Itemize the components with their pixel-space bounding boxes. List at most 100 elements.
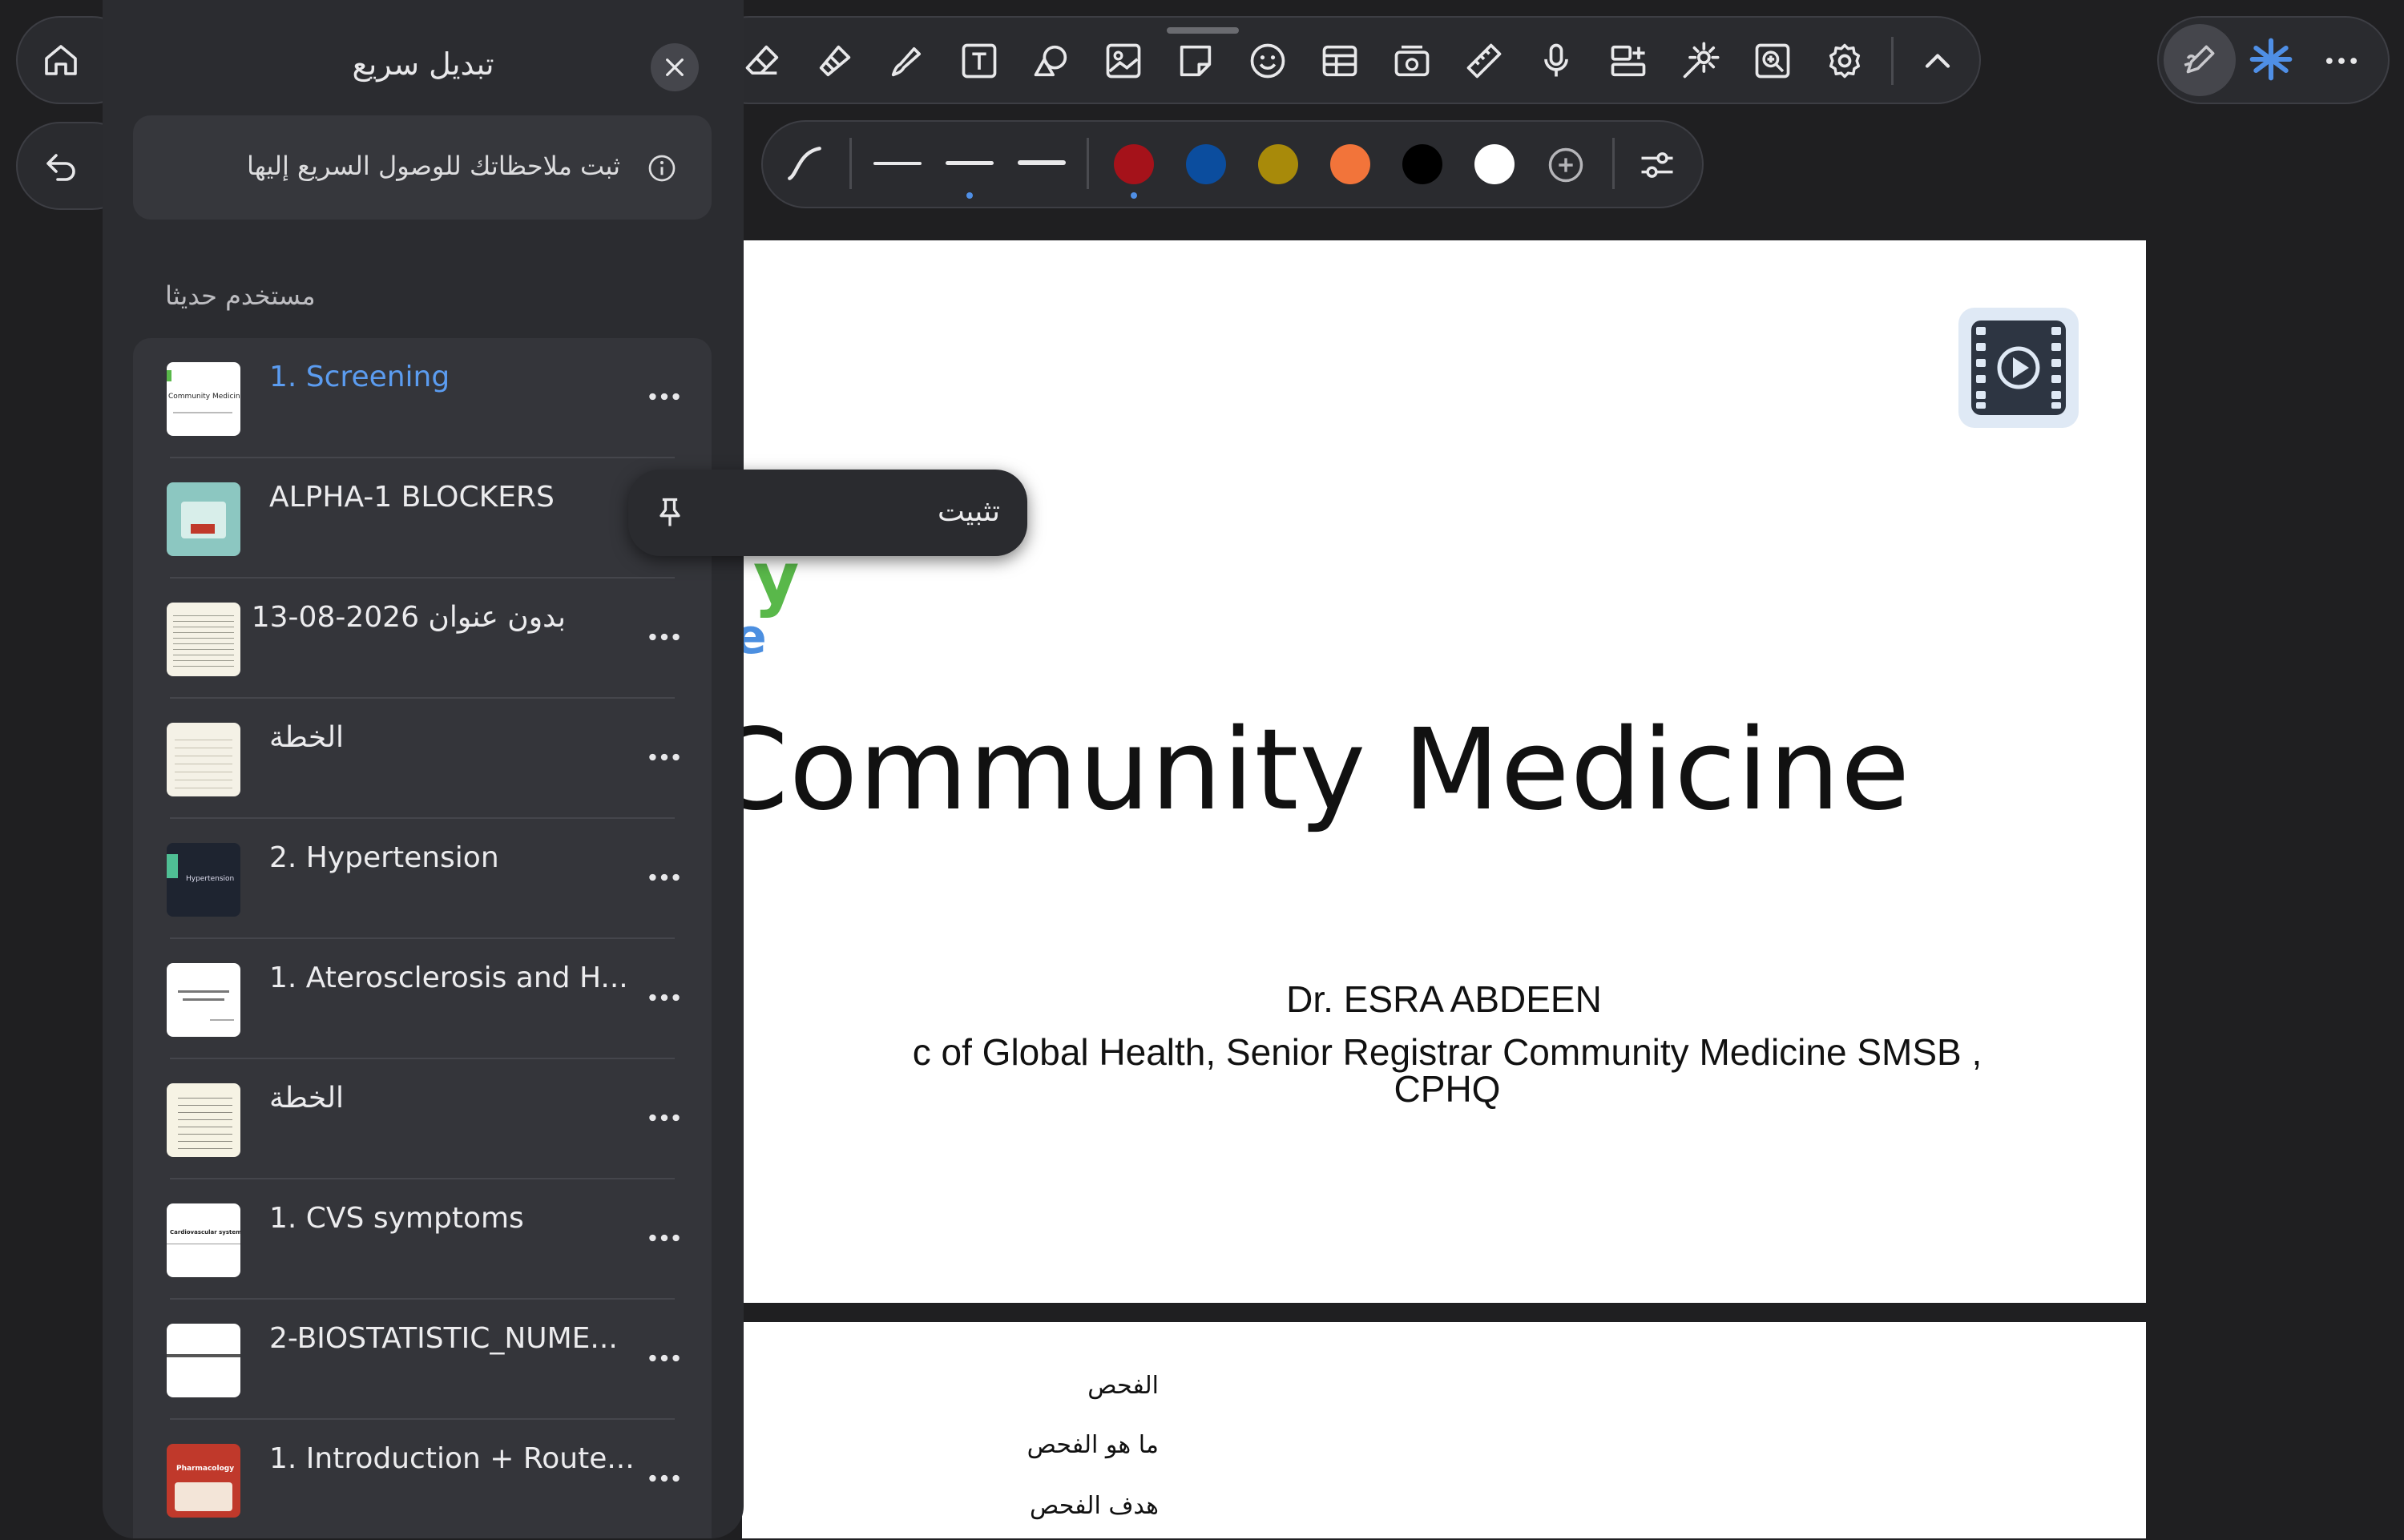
document-subtitle: c of Global Health, Senior Registrar Com… — [742, 1034, 2146, 1107]
color-selected-dot — [1131, 192, 1137, 199]
thumbnail-line — [173, 412, 232, 413]
eraser-icon[interactable] — [742, 40, 784, 82]
color-orange[interactable] — [1330, 144, 1370, 184]
note-title: 2-BIOSTATISTIC_NUME... — [269, 1322, 618, 1355]
video-clip-icon[interactable] — [1958, 308, 2079, 428]
pin-popup-menu[interactable]: تثبيت — [628, 470, 1027, 556]
thickness-medium[interactable] — [946, 161, 994, 165]
more-options-icon[interactable] — [644, 377, 684, 417]
add-color-icon[interactable] — [1545, 144, 1587, 186]
pen-bar-divider-3 — [1612, 138, 1615, 189]
table-icon[interactable] — [1319, 40, 1361, 82]
panel-close-button[interactable] — [651, 43, 699, 91]
more-options-icon[interactable] — [644, 617, 684, 657]
info-icon — [646, 152, 678, 184]
list-item[interactable]: بدون عنوان 2026-08-13 — [133, 579, 712, 699]
pen-bar-divider-1 — [849, 138, 852, 189]
color-blue[interactable] — [1186, 144, 1226, 184]
laser-icon[interactable] — [1680, 40, 1721, 82]
sticky-note-icon[interactable] — [1175, 40, 1216, 82]
list-item[interactable]: Cardiovascular system 1. CVS symptoms — [133, 1179, 712, 1300]
note-title: 1. Aterosclerosis and H... — [269, 961, 628, 994]
curve-pen-icon[interactable] — [782, 141, 827, 186]
more-options-icon[interactable] — [644, 1458, 684, 1498]
note-title: 1. Screening — [269, 361, 450, 393]
thumbnail-accent — [167, 854, 178, 878]
thumbnail-line — [210, 1019, 234, 1021]
pin-info-box: ثبت ملاحظاتك للوصول السريع إليها — [133, 115, 712, 220]
document-page-2[interactable]: الفحص ما هو الفحص هدف الفحص — [742, 1322, 2146, 1538]
list-item[interactable]: الخطة — [133, 699, 712, 819]
add-page-icon[interactable] — [1607, 40, 1649, 82]
document-title: Community Medicine — [742, 705, 1911, 836]
thumbnail-accent — [167, 370, 171, 381]
more-options-icon[interactable] — [644, 1098, 684, 1138]
color-red[interactable] — [1114, 144, 1154, 184]
pen-adjust-icon[interactable] — [1636, 144, 1678, 186]
list-item[interactable]: 1. Aterosclerosis and H... — [133, 939, 712, 1059]
list-item[interactable]: الخطة — [133, 1059, 712, 1179]
thumbnail-line — [167, 1354, 240, 1357]
thumbnail-line — [178, 990, 229, 993]
image-icon[interactable] — [1103, 40, 1144, 82]
document-subtitle-line1: c of Global Health, Senior Registrar Com… — [912, 1031, 1982, 1073]
note-thumbnail — [167, 723, 240, 796]
logo-fragment-e: e — [742, 609, 767, 665]
pen-mode-icon — [2180, 40, 2220, 80]
shapes-icon[interactable] — [1031, 40, 1072, 82]
sticker-icon[interactable] — [1247, 40, 1289, 82]
pen-mode-button[interactable] — [2164, 24, 2236, 96]
more-options-icon[interactable] — [644, 978, 684, 1018]
quick-switch-panel: تبديل سريع ثبت ملاحظاتك للوصول السريع إل… — [103, 0, 744, 1538]
list-item[interactable]: Pharmacology 1. Introduction + Route... — [133, 1420, 712, 1540]
thumbnail-line — [183, 998, 224, 1001]
media-icon[interactable] — [1391, 40, 1433, 82]
collapse-icon[interactable] — [1917, 40, 1958, 82]
more-options-icon[interactable] — [644, 1338, 684, 1378]
thumbnail-title: Hypertension — [186, 875, 235, 883]
color-olive[interactable] — [1258, 144, 1298, 184]
home-icon — [42, 42, 80, 80]
ai-sparkle-icon[interactable] — [2249, 37, 2293, 82]
thumbnail-title: Community Medicine — [168, 393, 240, 401]
highlighter-icon[interactable] — [886, 40, 928, 82]
color-white[interactable] — [1474, 144, 1515, 184]
thickness-thick[interactable] — [1018, 160, 1066, 165]
color-black[interactable] — [1402, 144, 1442, 184]
document-subtitle-line2: CPHQ — [1394, 1068, 1501, 1110]
panel-title: تبديل سريع — [352, 46, 494, 82]
ruler-icon[interactable] — [1463, 40, 1505, 82]
text-icon[interactable] — [958, 40, 1000, 82]
note-title: 2. Hypertension — [269, 841, 499, 874]
thumbnail-title: Cardiovascular system — [170, 1229, 240, 1236]
undo-icon — [42, 147, 80, 186]
list-item[interactable]: ALPHA-1 BLOCKERS — [133, 458, 712, 579]
thumbnail-accent — [191, 524, 215, 534]
more-options-icon[interactable] — [644, 857, 684, 897]
note-thumbnail: Pharmacology — [167, 1444, 240, 1518]
close-icon — [662, 54, 688, 80]
toolbar-drag-handle[interactable] — [1167, 27, 1239, 34]
thumbnail-writing — [178, 1091, 232, 1151]
thickness-selected-dot — [966, 192, 973, 199]
more-options-icon[interactable] — [644, 737, 684, 777]
thickness-thin[interactable] — [873, 162, 922, 165]
thumbnail-writing — [173, 611, 234, 668]
document-page-1[interactable]: y e Community Medicine Dr. ESRA ABDEEN c… — [742, 240, 2146, 1303]
zoom-box-icon[interactable] — [1752, 40, 1793, 82]
toolbar-divider — [1891, 37, 1894, 85]
list-item[interactable]: Hypertension 2. Hypertension — [133, 819, 712, 939]
more-options-icon[interactable] — [644, 1218, 684, 1258]
list-item[interactable]: 2-BIOSTATISTIC_NUME... — [133, 1300, 712, 1420]
more-options-icon[interactable] — [2321, 40, 2362, 82]
microphone-icon[interactable] — [1535, 40, 1577, 82]
note-thumbnail: Hypertension — [167, 843, 240, 917]
settings-icon[interactable] — [1824, 40, 1866, 82]
note-title: بدون عنوان 2026-08-13 — [251, 601, 566, 634]
note-thumbnail: Cardiovascular system — [167, 1203, 240, 1277]
toc-line-1: الفحص — [1087, 1372, 1159, 1400]
list-item[interactable]: Community Medicine 1. Screening — [133, 338, 712, 458]
thumbnail-writing — [175, 732, 232, 788]
note-thumbnail — [167, 1324, 240, 1397]
lasso-icon[interactable] — [814, 40, 856, 82]
